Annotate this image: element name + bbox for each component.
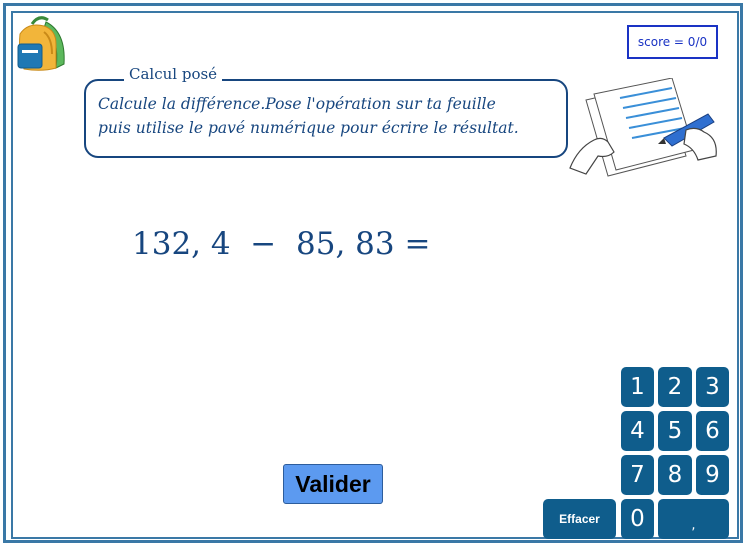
keypad-key-2[interactable]: 2 xyxy=(658,367,692,407)
keypad-key-7[interactable]: 7 xyxy=(621,455,654,495)
instructions-text: Calcule la différence.Pose l'opération s… xyxy=(98,92,568,140)
keypad-key-5[interactable]: 5 xyxy=(658,411,692,451)
instructions-title: Calcul posé xyxy=(124,65,223,83)
backpack-icon xyxy=(17,16,65,71)
keypad-key-6[interactable]: 6 xyxy=(696,411,729,451)
score-display: score = 0/0 xyxy=(627,25,718,59)
instructions-line-1: Calcule la différence.Pose l'opération s… xyxy=(98,95,496,113)
subtraction-expression: 132, 4 − 85, 83 = xyxy=(132,226,431,262)
clear-button[interactable]: Effacer xyxy=(543,499,616,539)
instructions-line-2: puis utilise le pavé numérique pour écri… xyxy=(98,119,519,137)
score-text: score = 0/0 xyxy=(637,35,708,49)
keypad-key-3[interactable]: 3 xyxy=(696,367,729,407)
keypad-key-comma[interactable]: , xyxy=(658,499,729,539)
writing-on-paper-icon xyxy=(569,78,717,177)
keypad-key-8[interactable]: 8 xyxy=(658,455,692,495)
keypad-key-0[interactable]: 0 xyxy=(621,499,654,539)
keypad-key-1[interactable]: 1 xyxy=(621,367,654,407)
keypad-key-4[interactable]: 4 xyxy=(621,411,654,451)
validate-button[interactable]: Valider xyxy=(283,464,383,504)
keypad-key-9[interactable]: 9 xyxy=(696,455,729,495)
